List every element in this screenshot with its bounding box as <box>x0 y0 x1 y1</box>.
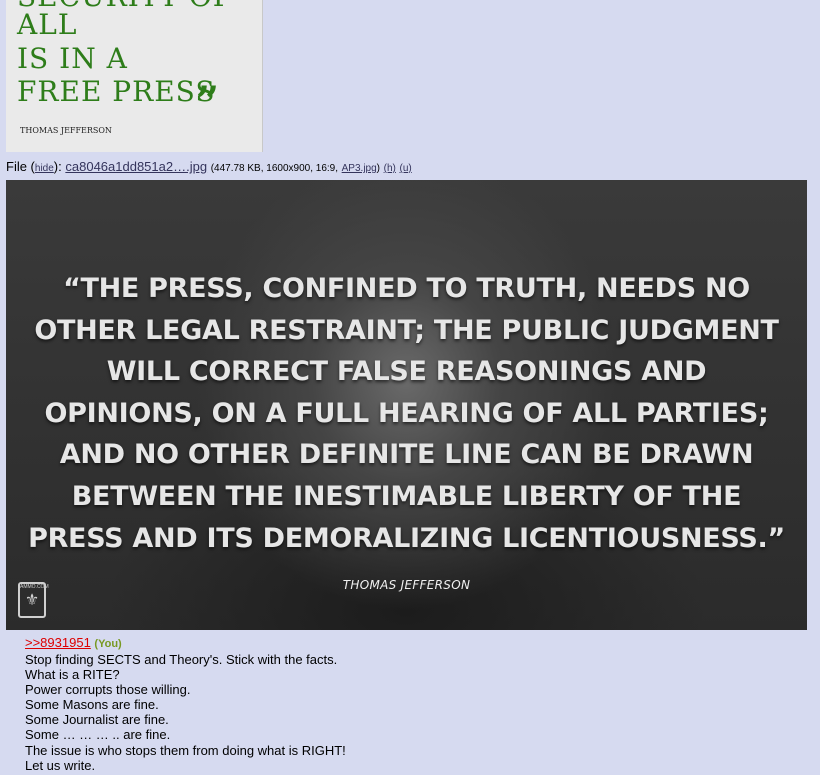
message-line: Power corrupts those willing. <box>25 682 191 698</box>
thumbnail-author: THOMAS JEFFERSON <box>20 126 112 135</box>
message-line: Stop finding SECTS and Theory's. Stick w… <box>25 652 338 667</box>
file-info: File (hide): ca8046a1dd851a2….jpg (447.7… <box>6 159 412 175</box>
hide-link[interactable]: hide <box>35 163 54 174</box>
message-line: Some … … … .. are fine. <box>25 727 171 743</box>
thumbnail-line: FREE PRESS <box>17 75 216 108</box>
message-line: The issue is who stops them from doing w… <box>25 742 346 758</box>
expanded-image[interactable]: “THE PRESS, CONFINED TO TRUTH, NEEDS NO … <box>6 180 807 630</box>
message-line: Some Masons are fine. <box>25 697 159 713</box>
message-line: What is a RITE? <box>25 667 120 683</box>
file-meta-close: ) <box>376 163 381 174</box>
file-sep: ): <box>53 159 62 174</box>
image-attribution: THOMAS JEFFERSON <box>342 578 471 592</box>
quote-row: >>8931951 (You) <box>25 635 805 652</box>
file-label: File ( <box>6 159 35 174</box>
filename-link[interactable]: ca8046a1dd851a2….jpg <box>65 159 207 174</box>
image-search-u-link[interactable]: (u) <box>400 163 412 174</box>
thumbnail-line: IS IN A <box>17 42 128 75</box>
thumbnail-image[interactable]: SECURITY OF ALL IS IN A FREE PRESS ” THO… <box>6 0 263 152</box>
shield-icon: ⚜ <box>24 592 40 609</box>
thumbnail-line: ALL <box>17 8 78 41</box>
original-filename-link[interactable]: AP3.jpg <box>342 163 377 174</box>
image-quote-text: “THE PRESS, CONFINED TO TRUTH, NEEDS NO … <box>28 273 785 554</box>
file-meta: (447.78 KB, 1600x900, 16:9, <box>210 163 339 174</box>
post-message: >>8931951 (You) Stop finding SECTS and T… <box>25 635 805 773</box>
closing-quote-glyph: ” <box>196 78 220 125</box>
message-line: Some Journalist are fine. <box>25 712 169 728</box>
quote-link[interactable]: >>8931951 <box>25 635 91 650</box>
message-line: Let us write. <box>25 757 96 773</box>
you-marker: (You) <box>94 638 122 650</box>
image-search-h-link[interactable]: (h) <box>384 163 396 174</box>
